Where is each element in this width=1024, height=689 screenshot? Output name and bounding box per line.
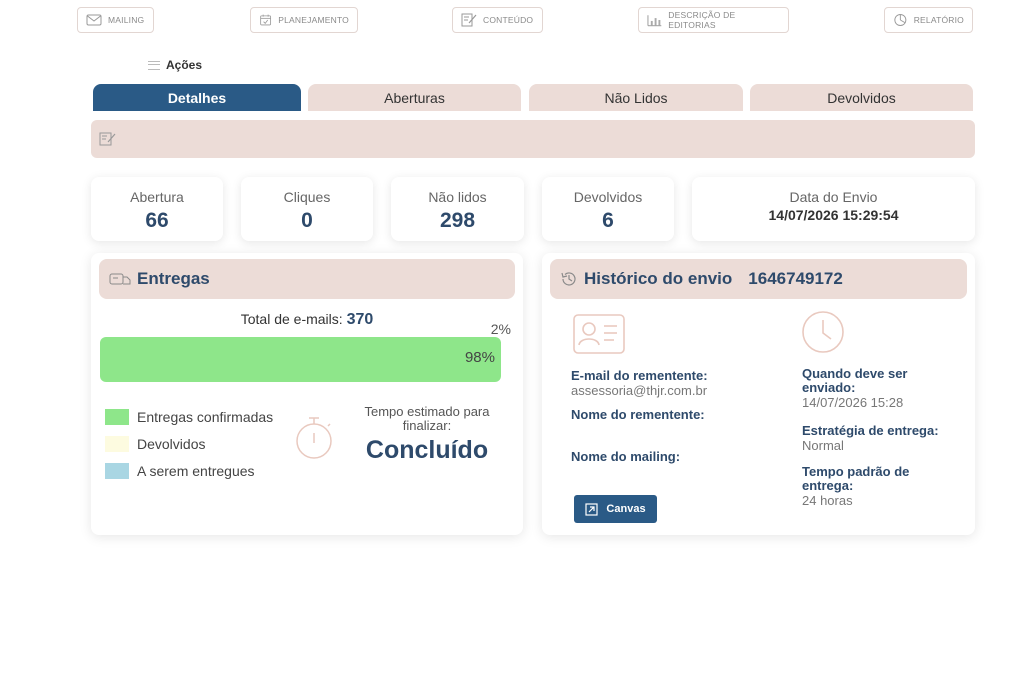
tempo-padrao-value: 24 horas <box>802 493 853 508</box>
total-emails-value: 370 <box>346 311 374 328</box>
nome-mailing-label: Nome do mailing: <box>571 449 681 464</box>
tempo-estimado-label: Tempo estimado para finalizar: <box>364 404 490 433</box>
contact-card-icon <box>573 314 625 354</box>
tab-detalhes-label: Detalhes <box>167 89 227 106</box>
stat-data-envio-value: 14/07/2026 15:29:54 <box>768 207 899 223</box>
stat-devolvidos-label: Devolvidos <box>573 189 643 205</box>
tab-aberturas-label: Aberturas <box>384 89 445 106</box>
truck-icon <box>109 273 131 285</box>
nav-descricao-editorias-button[interactable]: DESCRIÇÃO DE EDITORIAS <box>638 7 789 33</box>
actions-label: Ações <box>166 58 203 72</box>
legend-item: A serem entregues <box>105 457 273 484</box>
edit-icon[interactable] <box>99 131 117 147</box>
delivery-legend: Entregas confirmadas Devolvidos A serem … <box>105 403 273 484</box>
stat-devolvidos-value: 6 <box>602 209 614 232</box>
nome-remetente-label: Nome do rementente: <box>571 407 705 422</box>
nav-descricao-editorias-label: DESCRIÇÃO DE EDITORIAS <box>668 10 736 30</box>
legend-swatch <box>105 462 129 479</box>
quando-label: Quando deve ser enviado: <box>802 366 908 395</box>
historico-id: 1646749172 <box>748 269 843 288</box>
legend-label: Devolvidos <box>137 435 206 452</box>
canvas-label: Canvas <box>606 503 646 515</box>
stat-cliques: Cliques 0 <box>241 177 373 241</box>
stat-abertura-value: 66 <box>145 209 169 232</box>
pie-chart-icon <box>894 14 907 26</box>
historico-header: Histórico do envio 1646749172 <box>550 259 967 299</box>
tempo-estimado-value: Concluído <box>365 436 489 464</box>
chart-icon <box>647 15 662 27</box>
delivery-progress-bar: 98% <box>100 337 501 382</box>
email-remetente-value: assessoria@thjr.com.br <box>571 383 708 398</box>
stat-nao-lidos-value: 298 <box>439 209 476 232</box>
nav-mailing-label: MAILING <box>108 15 145 25</box>
stat-data-envio: Data do Envio 14/07/2026 15:29:54 <box>692 177 975 241</box>
stopwatch-icon <box>296 417 332 459</box>
edit-icon <box>461 13 477 27</box>
edit-bar <box>91 120 975 158</box>
clock-icon <box>802 311 844 353</box>
tab-detalhes[interactable]: Detalhes <box>93 84 301 111</box>
stat-nao-lidos: Não lidos 298 <box>391 177 524 241</box>
schedule-info: Quando deve ser enviado: 14/07/2026 15:2… <box>802 366 962 509</box>
historico-title: Histórico do envio <box>584 269 733 288</box>
entregas-title: Entregas <box>137 269 210 288</box>
legend-label: A serem entregues <box>137 462 255 479</box>
tempo-padrao-label: Tempo padrão de entrega: <box>802 464 910 493</box>
stat-cliques-value: 0 <box>301 209 313 232</box>
delivered-percent: 98% <box>464 349 495 366</box>
top-navigation: MAILING PLANEJAMENTO CONTEÚDO DESCRIÇÃO … <box>0 7 1024 35</box>
legend-item: Entregas confirmadas <box>105 403 273 430</box>
estrategia-label: Estratégia de entrega: <box>802 423 939 438</box>
stat-devolvidos: Devolvidos 6 <box>542 177 674 241</box>
nav-planejamento-label: PLANEJAMENTO <box>278 15 349 25</box>
total-emails: Total de e-mails: 370 <box>91 311 523 329</box>
canvas-button[interactable]: Canvas <box>574 495 657 523</box>
nav-conteudo-button[interactable]: CONTEÚDO <box>452 7 543 33</box>
nav-conteudo-label: CONTEÚDO <box>483 15 534 25</box>
nav-planejamento-button[interactable]: PLANEJAMENTO <box>250 7 358 33</box>
tabs: Detalhes Aberturas Não Lidos Devolvidos <box>93 84 973 111</box>
tab-aberturas[interactable]: Aberturas <box>308 84 521 111</box>
nav-relatorio-button[interactable]: RELATÓRIO <box>884 7 973 33</box>
calendar-icon <box>260 14 272 26</box>
external-link-icon <box>585 502 599 516</box>
estrategia-value: Normal <box>802 438 844 453</box>
stat-cliques-label: Cliques <box>283 189 331 205</box>
tempo-estimado: Tempo estimado para finalizar: Concluído <box>341 405 513 465</box>
remaining-percent: 2% <box>490 321 511 337</box>
legend-label: Entregas confirmadas <box>137 408 274 425</box>
stat-nao-lidos-label: Não lidos <box>428 189 487 205</box>
legend-swatch <box>105 435 129 452</box>
nav-relatorio-label: RELATÓRIO <box>913 15 964 25</box>
tab-nao-lidos[interactable]: Não Lidos <box>529 84 743 111</box>
tab-nao-lidos-label: Não Lidos <box>604 89 668 106</box>
stat-abertura-label: Abertura <box>130 189 184 205</box>
total-emails-label: Total de e-mails: <box>240 311 343 327</box>
tab-devolvidos-label: Devolvidos <box>827 89 896 106</box>
nav-mailing-button[interactable]: MAILING <box>77 7 154 33</box>
menu-icon <box>148 60 160 70</box>
quando-value: 14/07/2026 15:28 <box>802 395 904 410</box>
stat-data-envio-label: Data do Envio <box>789 189 878 205</box>
stat-abertura: Abertura 66 <box>91 177 223 241</box>
entregas-panel: Entregas Total de e-mails: 370 2% 98% En… <box>91 253 523 535</box>
legend-swatch <box>105 408 129 425</box>
historico-panel: Histórico do envio 1646749172 E-mail do … <box>542 253 975 535</box>
actions-menu[interactable]: Ações <box>148 58 202 72</box>
tab-devolvidos[interactable]: Devolvidos <box>750 84 973 111</box>
entregas-header: Entregas <box>99 259 515 299</box>
sender-info: E-mail do rementente: assessoria@thjr.co… <box>571 369 771 464</box>
email-remetente-label: E-mail do rementente: <box>571 368 708 383</box>
legend-item: Devolvidos <box>105 430 273 457</box>
mail-icon <box>86 14 102 26</box>
history-icon <box>561 272 576 286</box>
